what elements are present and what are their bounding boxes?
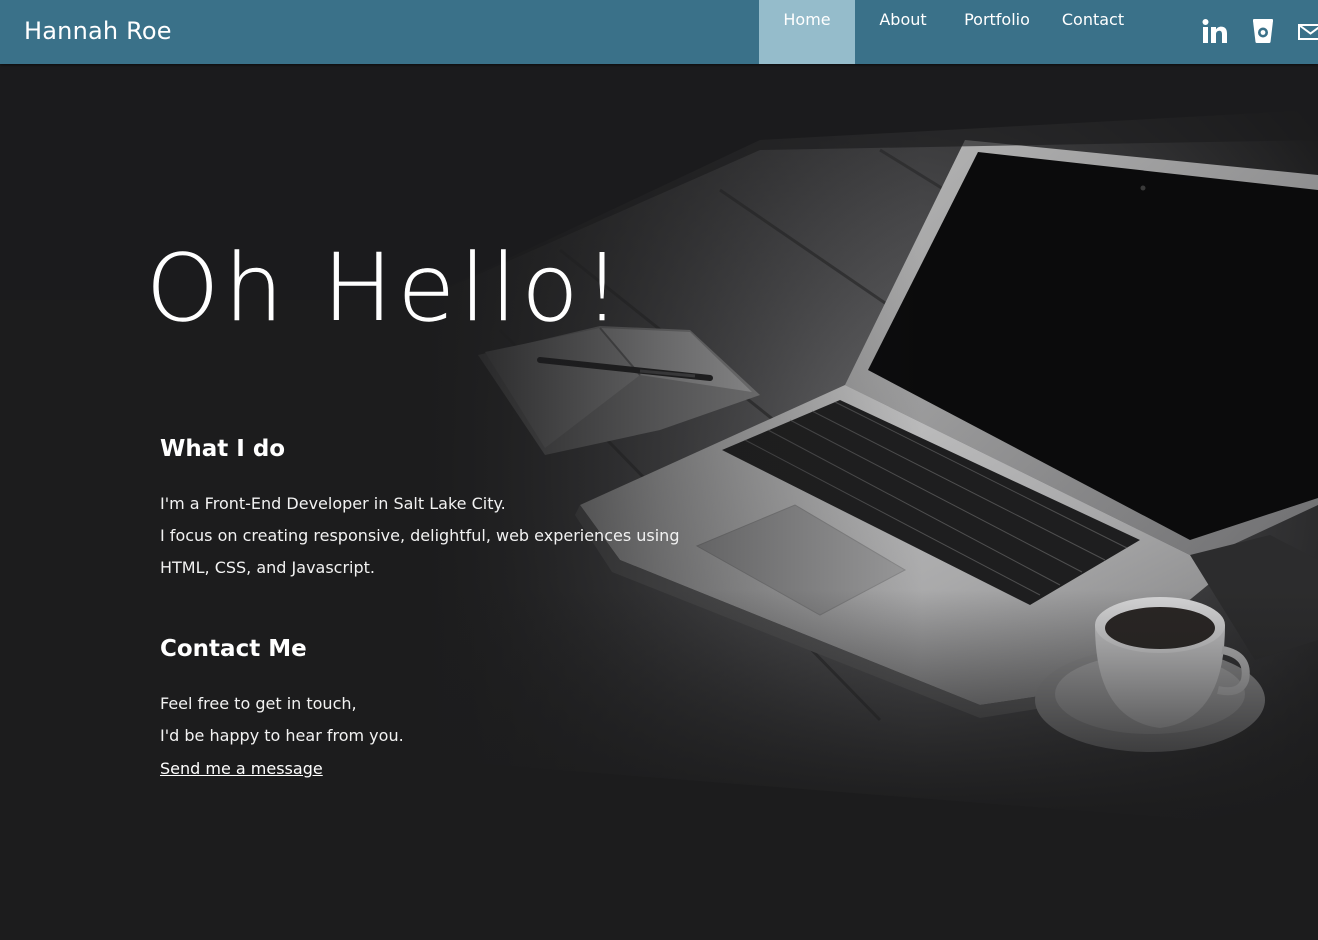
what-i-do-line: I'm a Front-End Developer in Salt Lake C…	[160, 494, 506, 513]
nav-item-portfolio[interactable]: Portfolio	[951, 0, 1043, 64]
nav-item-home[interactable]: Home	[759, 0, 855, 64]
nav-item-contact[interactable]: Contact	[1043, 0, 1143, 64]
top-navigation-bar: Hannah Roe Home About Portfolio Contact	[0, 0, 1318, 64]
what-i-do-heading: What I do	[160, 436, 286, 462]
contact-line: Feel free to get in touch,	[160, 694, 357, 713]
site-brand-name[interactable]: Hannah Roe	[24, 17, 172, 45]
what-i-do-line: I focus on creating responsive, delightf…	[160, 526, 680, 545]
nav-item-label: Portfolio	[964, 10, 1030, 29]
contact-me-heading: Contact Me	[160, 636, 307, 662]
nav-item-label: About	[879, 10, 927, 29]
dribbble-cup-icon[interactable]	[1252, 18, 1274, 44]
linkedin-icon[interactable]	[1202, 18, 1228, 44]
nav-item-about[interactable]: About	[855, 0, 951, 64]
what-i-do-line: HTML, CSS, and Javascript.	[160, 558, 376, 577]
send-message-link[interactable]: Send me a message	[160, 753, 323, 785]
nav-item-label: Home	[783, 10, 831, 29]
main-nav: Home About Portfolio Contact	[759, 0, 1143, 64]
hero-headline: Oh Hello!	[146, 234, 626, 343]
contact-line: I'd be happy to hear from you.	[160, 726, 404, 745]
mail-icon[interactable]	[1298, 24, 1318, 40]
nav-item-label: Contact	[1061, 10, 1125, 29]
contact-me-text: Feel free to get in touch, I'd be happy …	[160, 688, 404, 752]
what-i-do-text: I'm a Front-End Developer in Salt Lake C…	[160, 488, 679, 584]
